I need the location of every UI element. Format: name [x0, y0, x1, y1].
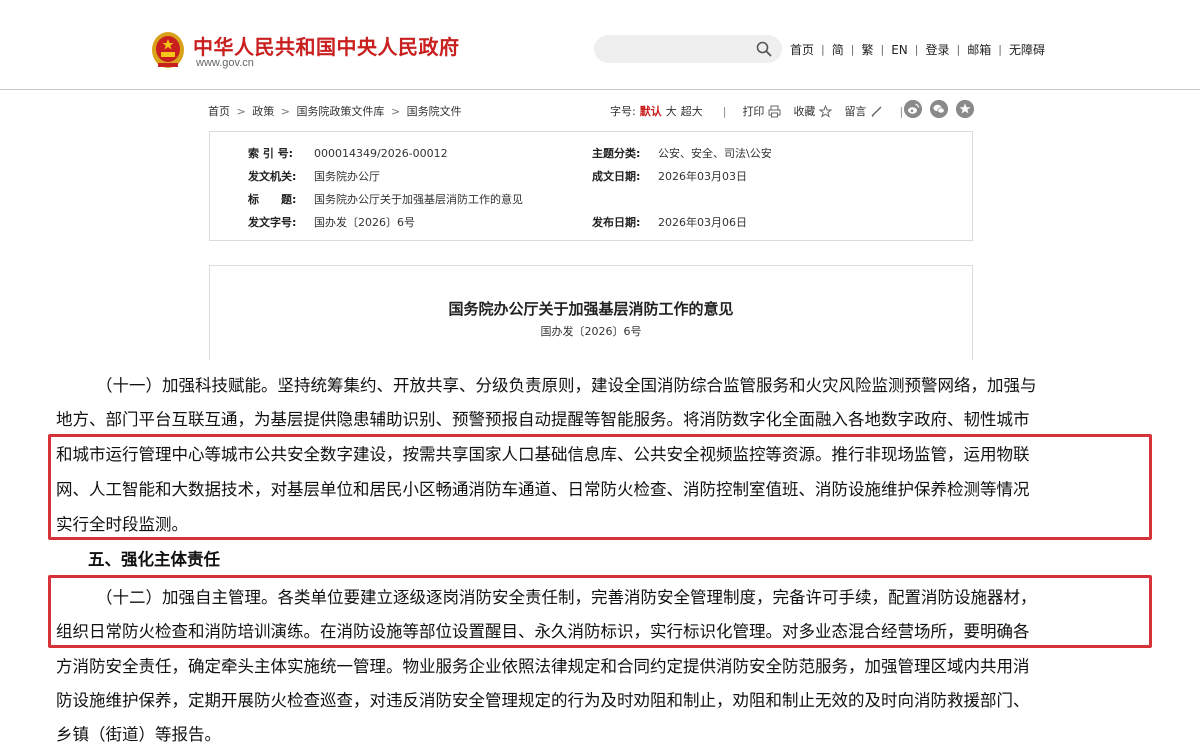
nav-separator: |	[956, 43, 961, 56]
toolbar-divider: |	[899, 104, 904, 118]
meta-label: 成文日期:	[592, 170, 641, 183]
article-tools: 字号: 默认 大 超大 | 打印 收藏 留言 |	[610, 103, 919, 119]
breadcrumb-policy-library[interactable]: 国务院政策文件库	[296, 105, 384, 118]
paragraph-line: 组织日常防火检查和消防培训演练。在消防设施等部位设置醒目、永久消防标识，实行标识…	[56, 622, 1030, 641]
meta-value: 国务院办公厅	[314, 170, 380, 183]
meta-document-number: 发文字号: 国办发〔2026〕6号	[248, 214, 415, 230]
paragraph-line: （十二）加强自主管理。各类单位要建立逐级逐岗消防安全责任制，完善消防安全管理制度…	[96, 588, 1037, 607]
nav-separator: |	[880, 43, 885, 56]
font-size-xlarge[interactable]: 超大	[681, 103, 703, 119]
breadcrumb: 首页 > 政策 > 国务院政策文件库 > 国务院文件	[208, 103, 462, 119]
breadcrumb-policy[interactable]: 政策	[252, 105, 274, 118]
section-heading-five: 五、强化主体责任	[88, 550, 220, 569]
meta-value: 国务院办公厅关于加强基层消防工作的意见	[314, 193, 523, 206]
document-header: 国务院办公厅关于加强基层消防工作的意见 国办发〔2026〕6号	[209, 265, 973, 360]
nav-separator: |	[850, 43, 855, 56]
paragraph-line: 实行全时段监测。	[56, 515, 188, 534]
breadcrumb-state-council-docs[interactable]: 国务院文件	[407, 105, 462, 118]
search-icon[interactable]	[756, 41, 772, 57]
meta-value: 公安、安全、司法\公安	[658, 147, 772, 160]
nav-home[interactable]: 首页	[790, 41, 814, 58]
paragraph-line: 防设施维护保养，定期开展防火检查巡查，对违反消防安全管理规定的行为及时劝阻和制止…	[56, 691, 1030, 710]
paragraph-line: 地方、部门平台互联互通，为基层提供隐患辅助识别、预警预报自动提醒等智能服务。将消…	[56, 410, 1030, 429]
breadcrumb-separator: >	[236, 105, 246, 118]
meta-index-number: 索 引 号: 000014349/2026-00012	[248, 145, 448, 161]
top-nav: 首页 | 简 | 繁 | EN | 登录 | 邮箱 | 无障碍	[790, 41, 1045, 58]
star-icon[interactable]	[819, 104, 833, 118]
search-input[interactable]	[594, 35, 782, 63]
font-size-default[interactable]: 默认	[640, 103, 662, 119]
nav-separator: |	[914, 43, 919, 56]
document-title: 国务院办公厅关于加强基层消防工作的意见	[448, 300, 734, 318]
article-toolbar: 首页 > 政策 > 国务院政策文件库 > 国务院文件 字号: 默认 大 超大 |…	[208, 100, 974, 120]
national-emblem-icon[interactable]	[150, 30, 186, 70]
meta-topic: 主题分类: 公安、安全、司法\公安	[592, 145, 772, 161]
meta-label: 发布日期:	[592, 216, 641, 229]
print-button[interactable]: 打印	[742, 103, 764, 119]
site-url[interactable]: www.gov.cn	[196, 57, 254, 69]
nav-separator: |	[821, 43, 825, 56]
nav-accessibility[interactable]: 无障碍	[1009, 41, 1045, 58]
document-number: 国办发〔2026〕6号	[540, 325, 642, 338]
meta-published-date: 发布日期: 2026年03月06日	[592, 214, 747, 230]
breadcrumb-separator: >	[280, 105, 290, 118]
meta-label: 发文字号:	[248, 216, 297, 229]
font-size-label: 字号:	[610, 105, 636, 118]
meta-value: 2026年03月03日	[658, 170, 747, 183]
meta-value: 2026年03月06日	[658, 216, 747, 229]
toolbar-divider: |	[722, 104, 727, 118]
pencil-icon[interactable]	[870, 105, 883, 118]
meta-value: 国办发〔2026〕6号	[314, 216, 415, 229]
meta-title: 标 题: 国务院办公厅关于加强基层消防工作的意见	[248, 191, 523, 207]
breadcrumb-separator: >	[390, 105, 401, 118]
meta-created-date: 成文日期: 2026年03月03日	[592, 168, 747, 184]
meta-value: 000014349/2026-00012	[314, 147, 448, 160]
site-title[interactable]: 中华人民共和国中央人民政府	[193, 31, 460, 60]
nav-traditional[interactable]: 繁	[861, 41, 873, 58]
meta-label: 发文机关:	[248, 170, 297, 183]
weibo-share-icon[interactable]	[904, 100, 922, 118]
wechat-share-icon[interactable]	[930, 100, 948, 118]
paragraph-line: 网、人工智能和大数据技术，对基层单位和居民小区畅通消防车通道、日常防火检查、消防…	[56, 480, 1030, 499]
nav-english[interactable]: EN	[891, 43, 908, 57]
paragraph-line: （十一）加强科技赋能。坚持统筹集约、开放共享、分级负责原则，建设全国消防综合监管…	[96, 376, 1037, 395]
meta-issuer: 发文机关: 国务院办公厅	[248, 168, 380, 184]
paragraph-line: 方消防安全责任，确定牵头主体实施统一管理。物业服务企业依照法律规定和合同约定提供…	[56, 657, 1030, 676]
print-icon[interactable]	[768, 105, 781, 118]
nav-login[interactable]: 登录	[925, 41, 949, 58]
comment-button[interactable]: 留言	[844, 103, 866, 119]
meta-label: 标 题:	[248, 193, 297, 206]
nav-simplified[interactable]: 简	[832, 41, 844, 58]
meta-label: 主题分类:	[592, 147, 641, 160]
share-icons	[904, 100, 974, 118]
document-metadata: 索 引 号: 000014349/2026-00012 主题分类: 公安、安全、司法…	[209, 131, 973, 241]
paragraph-line: 乡镇（街道）等报告。	[56, 725, 221, 744]
nav-separator: |	[998, 43, 1002, 56]
site-header: 中华人民共和国中央人民政府 www.gov.cn 首页 | 简 | 繁 | EN…	[0, 0, 1200, 90]
paragraph-line: 和城市运行管理中心等城市公共安全数字建设，按需共享国家人口基础信息库、公共安全视…	[56, 445, 1030, 464]
breadcrumb-home[interactable]: 首页	[208, 105, 230, 118]
nav-mailbox[interactable]: 邮箱	[967, 41, 991, 58]
favorite-button[interactable]: 收藏	[793, 103, 815, 119]
meta-label: 索 引 号:	[248, 147, 294, 160]
favorites-share-icon[interactable]	[956, 100, 974, 118]
font-size-large[interactable]: 大	[666, 103, 677, 119]
